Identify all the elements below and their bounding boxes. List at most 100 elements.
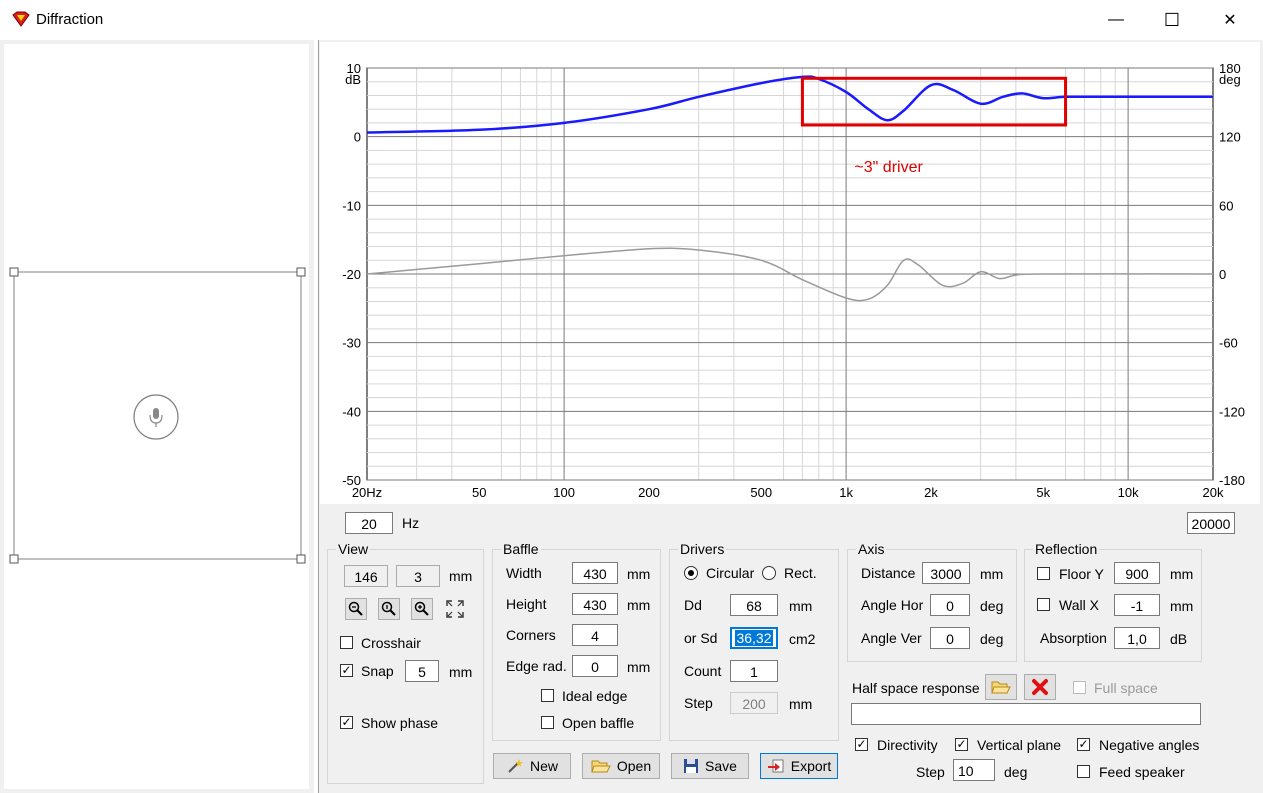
x-tick-label: 1k [839, 485, 853, 500]
y-tick-label: -20 [342, 267, 361, 282]
y2-tick-label: 0 [1219, 267, 1226, 282]
angle-ver-input[interactable]: 0 [930, 627, 970, 649]
zoom-out-button[interactable] [345, 598, 367, 620]
wall-unit: mm [1170, 598, 1194, 614]
rect-radio[interactable] [762, 566, 776, 580]
wall-checkbox[interactable] [1037, 598, 1050, 611]
view-x-field: 146 [344, 565, 388, 587]
edge-radius-input[interactable]: 0 [572, 655, 618, 677]
distance-input[interactable]: 3000 [922, 562, 970, 584]
y-tick-label: -30 [342, 336, 361, 351]
wall-input[interactable]: -1 [1114, 594, 1160, 616]
corners-input[interactable]: 4 [572, 624, 618, 646]
sd-input[interactable]: 36,32 [730, 627, 778, 649]
crosshair-label: Crosshair [361, 635, 421, 651]
close-icon: ✕ [1223, 12, 1237, 29]
resize-handle-bl [9, 554, 19, 564]
microphone-icon [133, 394, 179, 440]
directivity-step-unit: deg [1004, 764, 1028, 780]
floor-unit: mm [1170, 566, 1194, 582]
freq-min-input[interactable]: 20 [345, 512, 393, 534]
distance-label: Distance [861, 565, 916, 581]
folder-open-icon [591, 760, 611, 773]
show-phase-label: Show phase [361, 715, 439, 731]
edge-radius-unit: mm [627, 659, 651, 675]
export-icon [767, 759, 784, 773]
open-baffle-label: Open baffle [562, 715, 635, 731]
zoom-fit-button[interactable] [378, 598, 400, 620]
height-label: Height [506, 596, 547, 612]
snap-input[interactable]: 5 [405, 660, 439, 682]
circular-radio[interactable] [684, 566, 698, 580]
width-label: Width [506, 565, 542, 581]
floor-checkbox[interactable] [1037, 567, 1050, 580]
angle-hor-input[interactable]: 0 [930, 594, 970, 616]
absorption-input[interactable]: 1,0 [1114, 627, 1160, 649]
delete-x-icon [1032, 679, 1048, 695]
width-input[interactable]: 430 [572, 562, 618, 584]
resize-handle-tr [296, 267, 306, 277]
floor-input[interactable]: 900 [1114, 562, 1160, 584]
maximize-icon: ☐ [1163, 9, 1181, 30]
freq-max-input[interactable]: 20000 [1187, 512, 1235, 534]
feed-speaker-checkbox[interactable] [1077, 765, 1090, 778]
baffle-canvas[interactable] [4, 44, 309, 789]
half-space-label: Half space response [852, 680, 980, 696]
open-button[interactable]: Open [582, 753, 660, 779]
angle-hor-label: Angle Hor [861, 597, 924, 613]
reflection-group-title: Reflection [1033, 541, 1100, 557]
app-logo-icon [12, 11, 30, 27]
vertical-plane-checkbox[interactable]: ✓ [955, 738, 968, 751]
snap-label: Snap [361, 663, 394, 679]
half-space-clear-button[interactable] [1024, 674, 1056, 700]
zoom-in-icon [414, 601, 429, 616]
width-unit: mm [627, 566, 651, 582]
show-phase-checkbox[interactable]: ✓ [340, 716, 353, 729]
y-tick-label: -10 [342, 198, 361, 213]
title-bar: Diffraction — ☐ ✕ [0, 0, 1263, 40]
half-space-open-button[interactable] [985, 674, 1017, 700]
x-tick-label: 2k [924, 485, 938, 500]
minimize-button[interactable]: — [1094, 6, 1138, 34]
fullscreen-button[interactable] [444, 598, 466, 620]
vertical-plane-label: Vertical plane [977, 737, 1062, 753]
crosshair-checkbox[interactable] [340, 636, 353, 649]
export-button[interactable]: Export [760, 753, 838, 779]
count-input[interactable]: 1 [730, 660, 778, 682]
view-y-field: 3 [396, 565, 440, 587]
directivity-step-input[interactable]: 10 [953, 759, 995, 781]
half-space-path-input[interactable] [851, 703, 1201, 725]
maximize-button[interactable]: ☐ [1150, 6, 1194, 34]
y2-tick-label: -60 [1219, 336, 1238, 351]
directivity-label: Directivity [877, 737, 938, 753]
ideal-edge-checkbox[interactable] [541, 689, 554, 702]
corners-label: Corners [506, 627, 556, 643]
baffle-drawing[interactable] [4, 44, 309, 789]
resize-handle-br [296, 554, 306, 564]
magic-wand-icon [508, 759, 523, 773]
annotation-label: ~3" driver [854, 159, 923, 176]
save-button[interactable]: Save [671, 753, 749, 779]
height-input[interactable]: 430 [572, 593, 618, 615]
freq-unit-label: Hz [402, 515, 420, 531]
open-baffle-checkbox[interactable] [541, 716, 554, 729]
directivity-checkbox[interactable]: ✓ [855, 738, 868, 751]
x-tick-label: 20k [1203, 485, 1224, 500]
close-button[interactable]: ✕ [1208, 6, 1252, 34]
snap-checkbox[interactable]: ✓ [340, 664, 353, 677]
negative-angles-checkbox[interactable]: ✓ [1077, 738, 1090, 751]
view-group-title: View [336, 541, 371, 557]
count-label: Count [684, 663, 722, 679]
negative-angles-label: Negative angles [1099, 737, 1200, 753]
x-tick-label: 200 [638, 485, 660, 500]
new-button[interactable]: New [493, 753, 571, 779]
sd-unit: cm2 [789, 631, 816, 647]
zoom-in-button[interactable] [411, 598, 433, 620]
minimize-icon: — [1108, 11, 1124, 28]
angle-hor-unit: deg [980, 598, 1004, 614]
circular-label: Circular [706, 565, 755, 581]
response-chart[interactable]: 10 0 -10 -20 -30 -40 -50 dB 180 120 60 0 -60 -120 -180… [320, 42, 1260, 504]
sd-label: or Sd [684, 630, 718, 646]
y2-tick-label: 120 [1219, 130, 1241, 145]
dd-input[interactable]: 68 [730, 594, 778, 616]
